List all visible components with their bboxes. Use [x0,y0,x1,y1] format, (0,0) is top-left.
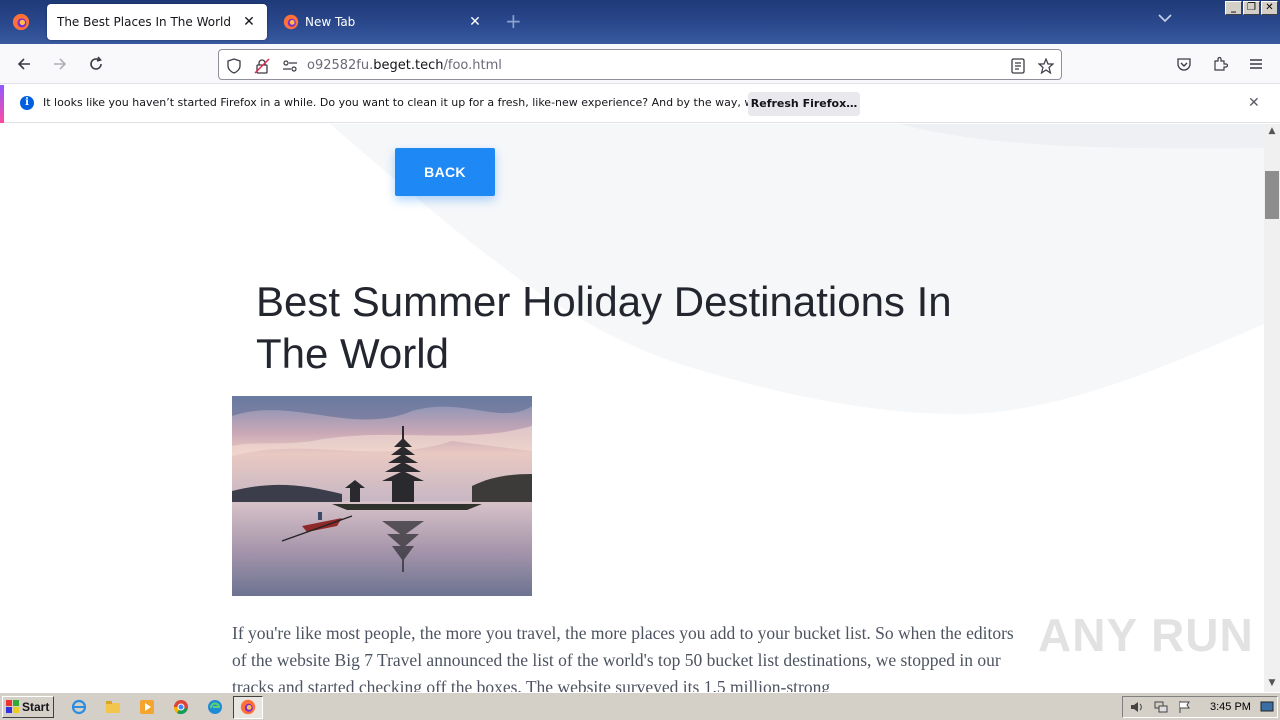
scrollbar-thumb[interactable] [1265,171,1279,219]
close-tab-icon[interactable]: ✕ [241,14,257,30]
windows-logo-icon [6,700,19,713]
tab-new-tab[interactable]: New Tab ✕ [273,4,493,40]
permissions-icon[interactable] [281,57,299,75]
intro-paragraph: If you're like most people, the more you… [232,623,1014,692]
scroll-up-arrow-icon[interactable]: ▲ [1264,126,1280,140]
refresh-firefox-button[interactable]: Refresh Firefox… [748,92,860,116]
forward-arrow-icon[interactable] [48,52,72,76]
url-domain: beget.tech [373,58,444,73]
file-explorer-icon[interactable] [104,698,122,716]
new-tab-plus-icon[interactable]: + [505,10,522,32]
notification-bar: i It looks like you haven’t started Fire… [0,85,1280,123]
extensions-icon[interactable] [1208,52,1232,76]
back-button[interactable]: BACK [395,148,495,196]
close-tab-icon[interactable]: ✕ [467,14,483,30]
reader-view-icon[interactable] [1009,57,1027,75]
scroll-down-arrow-icon[interactable]: ▼ [1264,678,1280,692]
tab-active[interactable]: The Best Places In The World ✕ [47,4,267,40]
close-window-icon[interactable]: ✕ [1261,1,1278,15]
tab-title: The Best Places In The World [57,15,231,29]
notification-message: It looks like you haven’t started Firefo… [43,96,828,109]
chrome-icon[interactable] [172,698,190,716]
anyrun-watermark: ANY RUN [1038,609,1254,661]
volume-icon[interactable] [1128,698,1146,716]
tab-strip: The Best Places In The World ✕ New Tab ✕… [0,0,1280,44]
show-desktop-icon[interactable] [1258,698,1276,716]
url-text[interactable]: o92582fu.beget.tech/foo.html [307,58,502,73]
temple-lake-image [232,396,532,596]
url-bar[interactable]: o92582fu.beget.tech/foo.html [218,49,1062,80]
reload-icon[interactable] [84,52,108,76]
minimize-icon[interactable]: _ [1225,1,1242,15]
firefox-icon [12,13,30,31]
edge-icon[interactable] [206,698,224,716]
firefox-icon [283,14,299,30]
insecure-lock-icon[interactable] [253,57,271,75]
firefox-view-button[interactable] [0,0,42,44]
navigation-toolbar: o92582fu.beget.tech/foo.html [0,44,1280,84]
window-controls: _ ❐ ✕ [1225,1,1278,15]
windows-taskbar: Start 3:45 PM [0,692,1280,720]
bookmark-star-icon[interactable] [1037,57,1055,75]
internet-explorer-icon[interactable] [70,698,88,716]
network-icon[interactable] [1152,698,1170,716]
info-icon: i [20,96,34,110]
action-center-flag-icon[interactable] [1176,698,1194,716]
tab-title: New Tab [305,15,356,29]
media-player-icon[interactable] [138,698,156,716]
notification-accent-stripe [0,85,4,123]
list-all-tabs-chevron-icon[interactable] [1158,12,1172,26]
hamburger-menu-icon[interactable] [1244,52,1268,76]
firefox-taskbar-icon[interactable] [239,698,257,716]
vertical-scrollbar[interactable]: ▲ ▼ [1264,124,1280,692]
background-wave-shape [330,124,1264,414]
pocket-icon[interactable] [1172,52,1196,76]
shield-icon[interactable] [225,57,243,75]
taskbar-clock[interactable]: 3:45 PM [1210,701,1251,713]
start-label: Start [22,700,50,714]
back-arrow-icon[interactable] [12,52,36,76]
page-title: Best Summer Holiday Destinations In The … [256,278,952,377]
restore-icon[interactable]: ❐ [1243,1,1260,15]
close-notification-icon[interactable]: ✕ [1248,95,1260,111]
url-subdomain: o92582fu. [307,58,374,73]
url-path: /foo.html [443,58,502,73]
start-button[interactable]: Start [2,696,54,718]
page-viewport: BACK Best Summer Holiday Destinations In… [0,124,1264,692]
